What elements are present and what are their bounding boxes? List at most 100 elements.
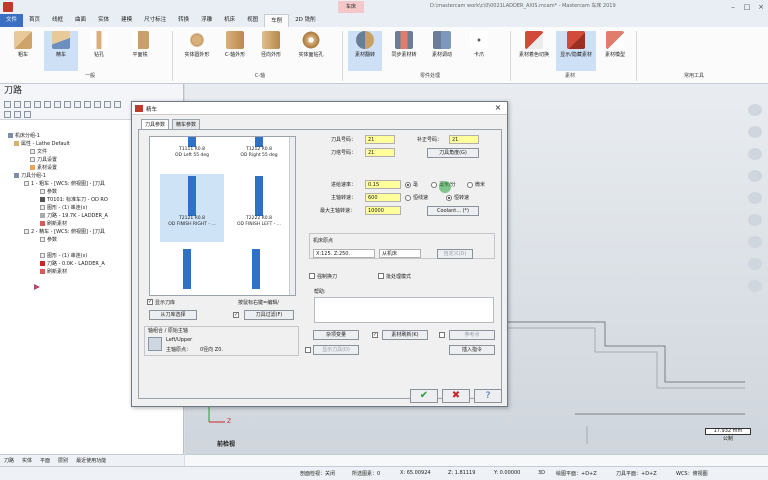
tree-files[interactable]: 文件 [30,148,47,156]
feed-per-rev-radio[interactable] [405,182,411,188]
cancel-button[interactable]: ✖ [442,389,470,403]
solid-od-contour-button[interactable]: 实体圆外形 [178,31,216,58]
face-mill-button[interactable]: 平面铣 [120,31,160,58]
tree-toolpath-group[interactable]: 刀具分组-1 [14,172,46,180]
force-tool-change-checkbox[interactable] [309,273,315,279]
view-cube-icon[interactable] [748,214,762,226]
tab-wireframe[interactable]: 线框 [46,14,69,27]
backplot-icon[interactable] [44,101,51,108]
fit-icon[interactable] [748,148,762,160]
regenerate-icon[interactable] [24,101,31,108]
tool-angle-button[interactable]: 刀具角度(G) [427,148,479,158]
tree-op2-toolpath[interactable]: 刀路 - 0.0K - LADDER_A [40,260,105,268]
solid-face-drill-button[interactable]: 实体面钻孔 [290,31,332,58]
batch-mode-checkbox[interactable] [378,273,384,279]
close-icon[interactable]: × [756,2,766,12]
show-tool-button[interactable]: 显示刀具(D) [313,345,359,355]
lock-icon[interactable] [104,101,111,108]
tree-op1-params[interactable]: 参数 [40,188,57,196]
stock-flip-button[interactable]: 素材翻转 [348,31,382,71]
tree-op-1[interactable]: 1 - 粗车 - [WCS: 俯视图] - [刀具 [24,180,105,188]
drill-button[interactable]: 钻孔 [82,31,116,58]
ok-button[interactable]: ✔ [410,389,438,403]
tree-op2-params[interactable]: 参数 [40,236,57,244]
tab-turning[interactable]: 车削 [264,14,290,27]
tree-tool-settings[interactable]: 刀具设置 [30,156,57,164]
help-button[interactable]: ? [474,389,502,403]
tree-stock-setup[interactable]: 素材设置 [30,164,57,172]
c-axis-contour-button[interactable]: C-轴外形 [218,31,252,58]
tree-op1-refresh-stock[interactable]: 刷新素材 [40,220,67,228]
home-source-select[interactable]: 从机床 [379,249,421,258]
insert-command-button[interactable]: 插入指令 [449,345,495,355]
tab-solids[interactable]: 实体 [18,455,36,466]
feed-rate-input[interactable]: 0.15 [365,180,401,189]
misc-values-button[interactable]: 杂项变量 [313,330,359,340]
comment-textarea[interactable] [314,297,494,323]
tab-emboss[interactable]: 浮雕 [195,14,218,27]
tool-item[interactable]: T1212 R0.8 OD Right 55 deg [228,137,290,163]
tool-item-selected[interactable]: T2121 R0.8 OD FINISH RIGHT - ... [160,174,224,242]
reference-point-button[interactable]: 参考点 [449,330,495,340]
stock-model-button[interactable]: 素材模型 [598,31,632,58]
stock-shading-toggle-button[interactable]: 素材着色切换 [514,31,554,58]
wcs-status[interactable]: WCS：俯视图 [676,470,708,477]
select-all-icon[interactable] [4,101,11,108]
tab-transform[interactable]: 转换 [172,14,195,27]
rotate-icon[interactable] [748,170,762,182]
tree-op1-toolpath[interactable]: 刀路 - 19.7K - LADDER_A [40,212,108,220]
toggle-display-icon[interactable] [114,101,121,108]
rough-button[interactable]: 粗车 [6,31,40,58]
high-feed-icon[interactable] [84,101,91,108]
tab-tool-parameters[interactable]: 刀具参数 [141,119,170,129]
section-view-status[interactable]: 剖面检视：关闭 [300,470,335,477]
verify-icon[interactable] [54,101,61,108]
spindle-speed-input[interactable]: 600 [365,193,401,202]
css-radio[interactable] [405,195,411,201]
refresh-stock-button[interactable]: 素材刷新(K) [382,330,428,340]
minimize-icon[interactable]: – [728,2,738,12]
wireframe-icon[interactable] [748,258,762,270]
max-spindle-input[interactable]: 10000 [365,206,401,215]
radial-contour-button[interactable]: 径向外形 [254,31,288,58]
tab-solid[interactable]: 实体 [92,14,115,27]
tool-plane-status[interactable]: 刀具平面：+D+Z [616,470,657,477]
shading-icon[interactable] [748,236,762,248]
tree-op2-geometry[interactable]: 图形 - (1) 串连(s) [40,252,87,260]
measure-icon[interactable] [748,280,762,292]
tool-item[interactable]: T2222 R0.8 OD FINISH LEFT - ... [228,174,290,242]
tree-op2-refresh-stock[interactable]: 刷新素材 [40,268,67,276]
tab-machine[interactable]: 机床 [218,14,241,27]
tool-list-scrollbar[interactable] [289,137,295,295]
tab-finish-parameters[interactable]: 精车参数 [172,119,201,129]
post-icon[interactable] [74,101,81,108]
home-define-button[interactable]: 自定义(D) [437,249,473,259]
mode-3d[interactable]: 3D [538,470,545,476]
zoom-in-icon[interactable] [748,104,762,116]
tab-toolpaths[interactable]: 刀路 [0,455,18,466]
delete-icon[interactable] [94,101,101,108]
home-position-value[interactable]: X:125. Z:250. [313,249,375,258]
tool-filter-button[interactable]: 刀具过滤(F) [244,310,294,320]
rpm-radio[interactable] [446,195,452,201]
move-down-icon[interactable] [4,111,11,118]
tab-2d-milling[interactable]: 2D 铣削 [289,14,321,27]
regenerate-dirty-icon[interactable] [34,101,41,108]
tree-op-2[interactable]: 2 - 精车 - [WCS: 俯视图] - [刀具 [24,228,105,236]
maximize-icon[interactable]: □ [742,2,752,12]
show-tool-library-checkbox[interactable]: ✓ [147,299,153,305]
chuck-jaw-button[interactable]: 卡爪 [462,31,496,58]
station-number-input[interactable]: 21 [365,148,395,157]
refresh-stock-checkbox[interactable]: ✓ [372,332,378,338]
show-hide-stock-button[interactable]: 显示/隐藏素材 [556,31,596,71]
construction-plane-status[interactable]: 绘图平面：+D+Z [556,470,597,477]
select-from-library-button[interactable]: 从刀库选择 [149,310,197,320]
tool-number-input[interactable]: 21 [365,135,395,144]
zoom-out-icon[interactable] [748,126,762,138]
tree-machine-group[interactable]: 机床分组-1 [8,132,40,140]
feed-per-min-radio[interactable] [431,182,437,188]
tool-filter-checkbox[interactable]: ✓ [233,312,239,318]
tab-dimension[interactable]: 尺寸标注 [138,14,172,27]
tab-surface[interactable]: 曲面 [69,14,92,27]
tool-list[interactable]: T1111 R0.8 OD Left 55 deg T1212 R0.8 OD Ri… [149,136,296,296]
